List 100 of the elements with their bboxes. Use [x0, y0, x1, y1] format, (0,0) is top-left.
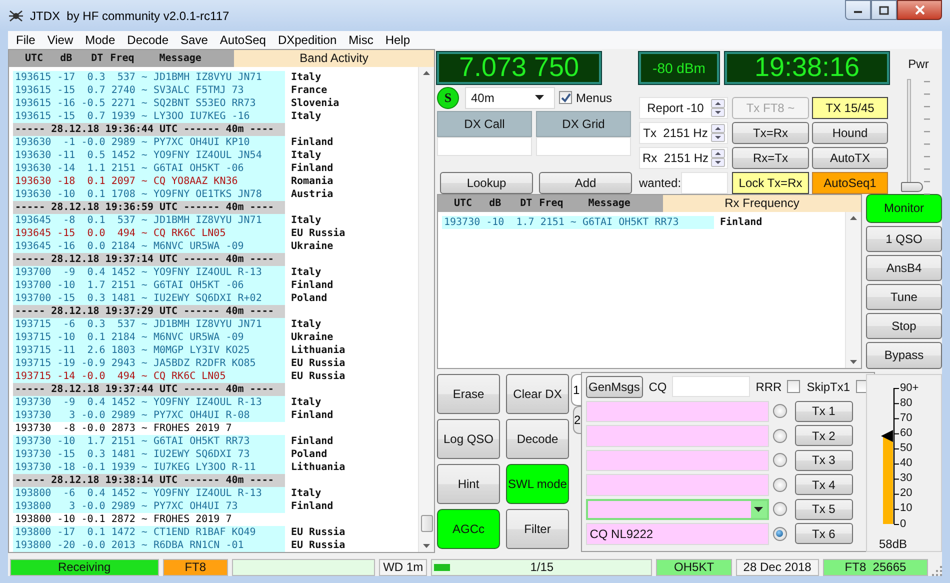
control-button[interactable]: Lock Tx=Rx	[732, 172, 809, 194]
country-label: Finland	[290, 434, 334, 448]
country-label: Poland	[290, 292, 328, 304]
maximize-button[interactable]	[871, 0, 897, 20]
status-field: 28 Dec 2018	[736, 558, 819, 576]
country-label: Poland	[290, 448, 328, 460]
radio-button[interactable]	[772, 502, 787, 516]
menu-item[interactable]: DXpedition	[272, 32, 343, 47]
band-dropdown[interactable]: 40m	[465, 86, 555, 108]
scroll-bar[interactable]	[418, 66, 434, 552]
control-button[interactable]: Tx=Rx	[732, 122, 809, 144]
action-button[interactable]: Add	[539, 172, 632, 194]
tx-button[interactable]: Tx 1	[794, 400, 853, 422]
mode-button[interactable]: Tune	[866, 284, 942, 310]
time-separator: ----- 28.12.18 19:37:29 UTC ------ 40m ----	[13, 304, 285, 318]
radio-button[interactable]	[772, 526, 787, 541]
app-icon	[8, 8, 24, 24]
radio-button[interactable]	[772, 478, 787, 492]
country-label: Italy	[290, 70, 322, 84]
pointer-icon	[881, 430, 893, 442]
message-field[interactable]	[586, 450, 769, 471]
clock-display: 19:38:16	[725, 52, 889, 84]
column-heading: Freq	[110, 52, 134, 64]
tx-button[interactable]: Tx 4	[794, 474, 853, 496]
country-label: Italy	[290, 486, 322, 500]
input-field[interactable]	[536, 136, 631, 156]
scroll-bar[interactable]	[845, 212, 861, 368]
message-field[interactable]	[586, 400, 769, 422]
input-field[interactable]	[437, 136, 532, 156]
radio-button[interactable]	[772, 453, 787, 468]
scale-label: 0	[900, 516, 908, 530]
control-button[interactable]: Hound	[812, 122, 888, 144]
mode-button[interactable]: Stop	[866, 313, 942, 340]
control-button[interactable]: TX 15/45	[812, 96, 888, 118]
action-button[interactable]: Log QSO	[437, 418, 500, 458]
spin-box[interactable]: Tx 2151 Hz	[639, 122, 728, 144]
progress-label: 1/15	[530, 560, 554, 574]
country-label: Finland	[290, 162, 334, 174]
country-label: Finland	[290, 136, 334, 148]
action-button[interactable]: SWL mode	[506, 464, 569, 504]
status-field: FT8 25665	[822, 558, 928, 576]
message-field[interactable]	[586, 474, 769, 496]
action-button[interactable]: AGCc	[437, 508, 500, 548]
tx-button[interactable]: Tx 5	[794, 498, 853, 520]
checkbox-label: RRR	[756, 380, 782, 394]
checkbox[interactable]	[559, 91, 572, 104]
radio-button[interactable]	[772, 404, 787, 418]
input-field[interactable]	[681, 172, 728, 194]
action-button[interactable]: GenMsgs	[586, 376, 643, 398]
control-button[interactable]: AutoSeq1	[812, 172, 888, 194]
meter-reading: 58dB	[879, 536, 908, 551]
tab[interactable]: 1	[571, 374, 581, 406]
time-separator: ----- 28.12.18 19:37:44 UTC ------ 40m ----	[13, 382, 285, 396]
mode-button[interactable]: 1 QSO	[866, 226, 942, 252]
scale-label: 90+	[900, 380, 919, 395]
close-button[interactable]	[897, 0, 942, 20]
scale-label: 30	[900, 471, 914, 486]
input-field[interactable]	[672, 376, 750, 397]
action-button[interactable]: Hint	[437, 464, 500, 504]
spin-box[interactable]: Report -10	[639, 96, 728, 118]
tab[interactable]: 2	[573, 406, 581, 434]
menu-item[interactable]: Save	[174, 32, 214, 47]
action-button[interactable]: Clear DX	[506, 374, 569, 414]
menu-item[interactable]: Mode	[79, 32, 122, 47]
menu-item[interactable]: Misc	[342, 32, 380, 47]
action-button[interactable]: Filter	[506, 508, 569, 548]
close-icon	[914, 5, 926, 15]
mode-button[interactable]: Monitor	[866, 194, 942, 223]
slider-thumb[interactable]	[900, 182, 922, 192]
tx-button[interactable]: Tx 6	[794, 523, 853, 544]
menu-item[interactable]: View	[41, 32, 80, 47]
country-label: Italy	[290, 148, 322, 162]
country-label: EU Russia	[290, 226, 346, 240]
country-label: Finland	[719, 216, 762, 228]
action-button[interactable]: Lookup	[440, 172, 533, 194]
menu-item[interactable]: AutoSeq	[214, 32, 272, 47]
action-button[interactable]: Erase	[437, 374, 500, 414]
minimize-button[interactable]	[845, 0, 871, 20]
menu-item[interactable]: Help	[379, 32, 416, 47]
menu-item[interactable]: Decode	[121, 32, 175, 47]
decode-line: 193730 -8 -0.0 2873 ~ FROHES 2019 7	[14, 422, 233, 434]
radio-button[interactable]	[772, 428, 787, 443]
action-button[interactable]: Decode	[506, 418, 569, 458]
control-button[interactable]: Rx=Tx	[732, 146, 809, 168]
mode-button[interactable]: AnsB4	[866, 254, 942, 281]
tx-button[interactable]: Tx 3	[794, 450, 853, 471]
message-field[interactable]	[586, 425, 769, 446]
checkbox-label: Menus	[576, 90, 612, 104]
tx-button[interactable]: Tx 2	[794, 425, 853, 446]
spinner-arrows-icon	[711, 98, 726, 116]
spin-box[interactable]: Rx 2151 Hz	[639, 146, 728, 168]
field-label: CQ	[648, 380, 667, 394]
mode-button[interactable]: Bypass	[866, 342, 942, 369]
control-button[interactable]: AutoTX	[812, 146, 888, 168]
message-field[interactable]: CQ NL9222	[586, 523, 769, 544]
spinner-arrows-icon	[711, 148, 726, 166]
caret-icon	[750, 500, 767, 518]
menu-item[interactable]: File	[10, 32, 42, 47]
checkbox[interactable]	[786, 380, 800, 393]
column-heading: dB	[60, 52, 72, 64]
